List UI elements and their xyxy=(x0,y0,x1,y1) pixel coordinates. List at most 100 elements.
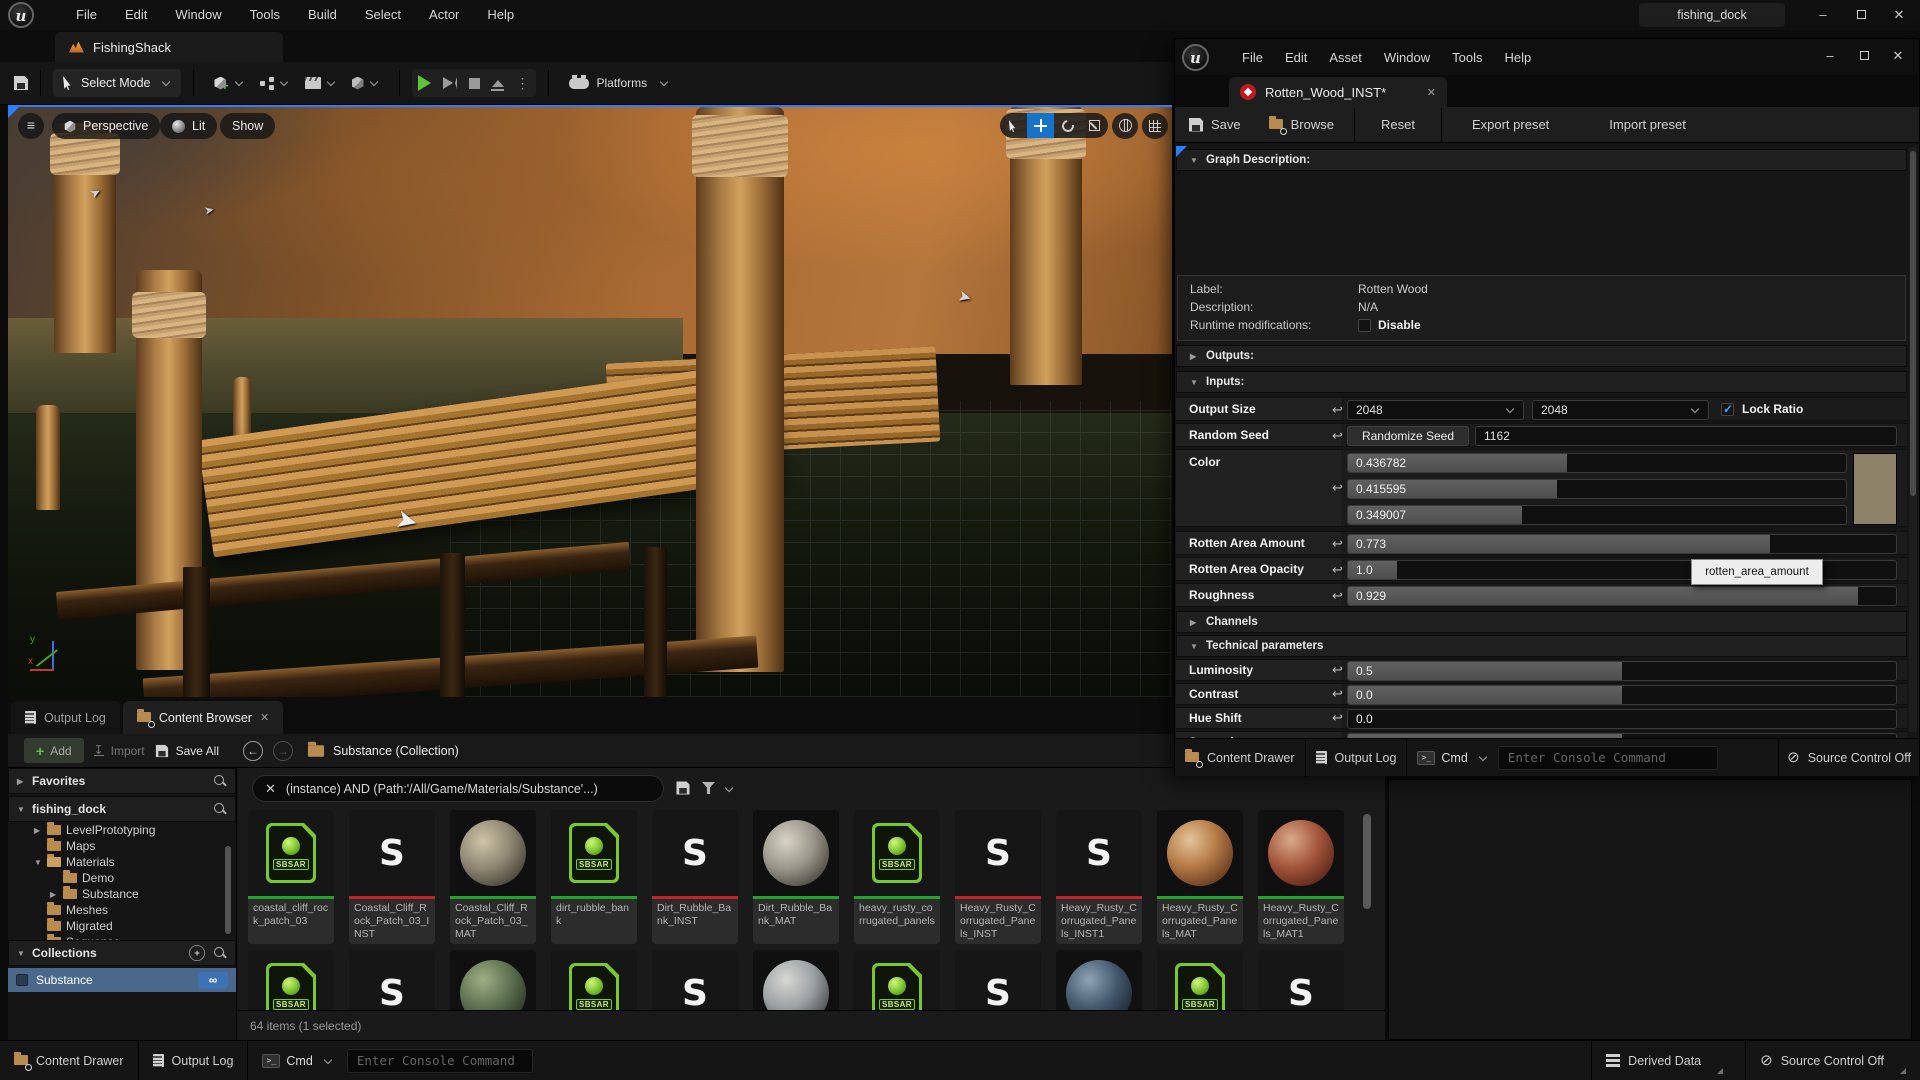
project-section[interactable]: ▼ fishing_dock xyxy=(8,796,236,822)
menu-select[interactable]: Select xyxy=(351,0,415,30)
minimize-button[interactable]: – xyxy=(1804,1,1842,29)
seed-value-field[interactable]: 1162 xyxy=(1475,426,1897,446)
roughness-slider[interactable]: 0.929 xyxy=(1347,586,1897,606)
import-preset-button[interactable]: Import preset xyxy=(1579,117,1716,132)
substance-menu-asset[interactable]: Asset xyxy=(1318,50,1373,65)
randomize-seed-button[interactable]: Randomize Seed xyxy=(1347,426,1469,446)
tab-fishingshack[interactable]: FishingShack xyxy=(55,32,283,62)
search-icon[interactable] xyxy=(214,802,227,816)
tree-item-meshes[interactable]: Meshes xyxy=(8,902,236,918)
derived-data-button[interactable]: Derived Data xyxy=(1592,1041,1737,1080)
substance-menu-help[interactable]: Help xyxy=(1493,50,1542,65)
clear-search-icon[interactable]: ✕ xyxy=(265,781,276,797)
browse-button[interactable]: Browse xyxy=(1255,116,1348,135)
perspective-dropdown[interactable]: Perspective xyxy=(52,113,161,139)
console-command-input[interactable]: Enter Console Command xyxy=(346,1048,533,1073)
menu-help[interactable]: Help xyxy=(473,0,528,30)
tab-output-log[interactable]: Output Log xyxy=(11,701,120,734)
show-dropdown[interactable]: Show xyxy=(220,113,276,139)
add-collection-button[interactable]: + xyxy=(189,945,205,961)
asset-search-bar[interactable]: ✕ (instance) AND (Path:'/All/Game/Materi… xyxy=(252,775,664,802)
play-button[interactable] xyxy=(417,75,431,91)
asset-grid-scrollbar[interactable] xyxy=(1363,814,1371,909)
move-tool-button[interactable] xyxy=(1027,113,1054,138)
collection-item-substance[interactable]: Substance ∞ xyxy=(8,968,236,992)
cinematics-dropdown[interactable] xyxy=(297,77,344,89)
reset-button[interactable]: Reset xyxy=(1355,117,1441,132)
output-log-button[interactable]: Output Log xyxy=(139,1041,248,1080)
viewport-options-button[interactable]: ≡ xyxy=(18,113,44,139)
color-swatch[interactable] xyxy=(1853,453,1897,525)
color-b-slider[interactable]: 0.349007 xyxy=(1347,505,1847,525)
asset-tile[interactable]: SBSAR coastal_cliff_rock_patch_03 xyxy=(248,810,334,944)
color-r-slider[interactable]: 0.436782 xyxy=(1347,453,1847,473)
breadcrumb[interactable]: Substance (Collection) xyxy=(333,744,459,758)
add-actor-dropdown[interactable]: + xyxy=(206,73,251,93)
source-control-button[interactable]: ⊘ Source Control Off xyxy=(1779,739,1919,776)
content-drawer-button[interactable]: Content Drawer xyxy=(0,1041,138,1080)
collections-section[interactable]: ▼ Collections + xyxy=(8,940,236,966)
maximize-button[interactable] xyxy=(1842,1,1880,29)
contrast-slider[interactable]: 0.0 xyxy=(1347,685,1897,705)
tree-item-sequence[interactable]: Sequence xyxy=(8,934,236,940)
play-options-button[interactable]: ⋮ xyxy=(516,75,530,92)
environment-dropdown[interactable] xyxy=(344,76,387,90)
technical-section-header[interactable]: ▼ Technical parameters xyxy=(1176,635,1907,657)
collection-checkbox[interactable] xyxy=(16,974,28,986)
asset-tile[interactable]: SBSAR heavy_rusty_corrugated_panels xyxy=(854,810,940,944)
tree-item-materials[interactable]: ▼ Materials xyxy=(8,854,236,870)
minimize-button[interactable]: – xyxy=(1813,43,1847,69)
menu-actor[interactable]: Actor xyxy=(415,0,473,30)
blueprints-dropdown[interactable] xyxy=(252,77,297,89)
menu-tools[interactable]: Tools xyxy=(236,0,294,30)
filter-icon[interactable] xyxy=(702,782,715,794)
luminosity-slider[interactable]: 0.5 xyxy=(1347,661,1897,681)
search-icon[interactable] xyxy=(214,774,227,788)
asset-tile[interactable]: Heavy_Rusty_Corrugated_Panels_MAT xyxy=(1157,810,1243,944)
tree-item-levelprototyping[interactable]: ▶ LevelPrototyping xyxy=(8,822,236,838)
platforms-dropdown[interactable]: Platforms xyxy=(561,74,678,90)
search-icon[interactable] xyxy=(214,946,227,960)
outputs-section-header[interactable]: ▶ Outputs: xyxy=(1176,345,1907,367)
export-preset-button[interactable]: Export preset xyxy=(1442,117,1579,132)
lit-mode-dropdown[interactable]: Lit xyxy=(160,113,218,139)
asset-tile[interactable]: SBSAR dirt_rubble_bank xyxy=(551,810,637,944)
favorites-section[interactable]: ▶ Favorites xyxy=(8,768,236,794)
revert-icon[interactable]: ↩ xyxy=(1332,480,1343,496)
asset-tile[interactable]: Dirt_Rubble_Bank_MAT xyxy=(753,810,839,944)
revert-icon[interactable]: ↩ xyxy=(1332,686,1343,702)
asset-tile[interactable]: Heavy_Rusty_Corrugated_Panels_MAT1 xyxy=(1258,810,1344,944)
sidebar-scrollbar[interactable] xyxy=(225,846,231,934)
revert-icon[interactable]: ↩ xyxy=(1332,428,1343,444)
channels-section-header[interactable]: ▶ Channels xyxy=(1176,611,1907,633)
cmd-dropdown[interactable]: >_ Cmd xyxy=(248,1041,346,1080)
revert-icon[interactable]: ↩ xyxy=(1332,588,1343,604)
revert-icon[interactable]: ↩ xyxy=(1332,402,1343,418)
cmd-dropdown[interactable]: >_ Cmd xyxy=(1407,739,1497,776)
content-drawer-button[interactable]: Content Drawer xyxy=(1175,739,1305,776)
revert-icon[interactable]: ↩ xyxy=(1332,710,1343,726)
asset-tile[interactable]: S Coastal_Cliff_Rock_Patch_03_INST xyxy=(349,810,435,944)
asset-tile[interactable]: Coastal_Cliff_Rock_Patch_03_MAT xyxy=(450,810,536,944)
graph-description-header[interactable]: ▼ Graph Description: xyxy=(1176,149,1907,171)
viewport-canvas[interactable]: ➤ ➤ ➤ ➤ x y ≡ Perspective Lit Show xyxy=(8,105,1172,697)
forward-button[interactable]: → xyxy=(272,740,293,761)
import-button[interactable]: ↧ Import xyxy=(93,744,145,758)
scale-tool-button[interactable] xyxy=(1081,113,1108,138)
menu-build[interactable]: Build xyxy=(294,0,351,30)
rotten-area-amount-slider[interactable]: 0.773 xyxy=(1347,534,1897,554)
console-command-input[interactable]: Enter Console Command xyxy=(1497,745,1718,770)
revert-icon[interactable]: ↩ xyxy=(1332,562,1343,578)
substance-menu-edit[interactable]: Edit xyxy=(1274,50,1318,65)
menu-file[interactable]: File xyxy=(62,0,111,30)
select-tool-button[interactable] xyxy=(1000,113,1027,138)
save-all-button[interactable]: Save All xyxy=(155,744,219,758)
lock-ratio-checkbox[interactable] xyxy=(1721,402,1734,416)
inputs-section-header[interactable]: ▼ Inputs: xyxy=(1176,371,1907,393)
revert-icon[interactable]: ↩ xyxy=(1332,662,1343,678)
save-button[interactable]: Save xyxy=(1175,117,1255,132)
tab-content-browser[interactable]: Content Browser ✕ xyxy=(122,701,284,734)
disable-checkbox[interactable] xyxy=(1358,318,1371,332)
stop-button[interactable] xyxy=(468,77,480,89)
output-log-button[interactable]: Output Log xyxy=(1306,739,1407,776)
